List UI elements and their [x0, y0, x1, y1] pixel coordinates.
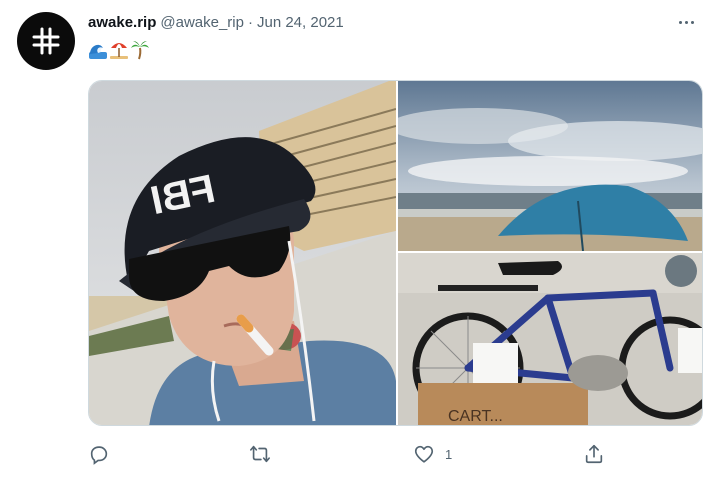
media-grid: FBI CART...: [88, 80, 703, 426]
grid-logo-icon: [32, 27, 60, 55]
retweet-button[interactable]: [248, 438, 282, 470]
heart-icon: [414, 445, 434, 463]
share-icon: [585, 444, 603, 464]
avatar[interactable]: [17, 12, 75, 70]
palm-tree-emoji-icon: [131, 41, 149, 60]
reply-icon: [90, 446, 108, 465]
beach-umbrella-photo[interactable]: [398, 81, 702, 251]
like-button[interactable]: 1: [413, 438, 452, 470]
tweet-text: [88, 40, 150, 60]
selfie-photo[interactable]: FBI: [89, 81, 396, 425]
like-count: 1: [445, 446, 453, 462]
tweet-header: awake.rip @awake_rip · Jun 24, 2021: [88, 14, 344, 31]
user-handle[interactable]: @awake_rip: [160, 14, 244, 31]
tweet-date[interactable]: Jun 24, 2021: [257, 14, 344, 31]
retweet-icon: [250, 445, 270, 463]
separator-dot: ·: [247, 14, 253, 31]
share-button[interactable]: [583, 438, 615, 470]
more-dot: [684, 20, 688, 24]
beach-umbrella-emoji-icon: [110, 43, 128, 59]
sign-text: CART...: [448, 408, 503, 425]
more-dot: [690, 20, 694, 24]
reply-button[interactable]: [88, 438, 120, 470]
more-options-button[interactable]: [674, 10, 698, 34]
more-dot: [678, 20, 682, 24]
bicycle-photo[interactable]: CART...: [398, 253, 702, 425]
wave-emoji-icon: [89, 44, 107, 59]
display-name[interactable]: awake.rip: [88, 14, 156, 31]
tweet-actions: 1: [88, 438, 608, 470]
